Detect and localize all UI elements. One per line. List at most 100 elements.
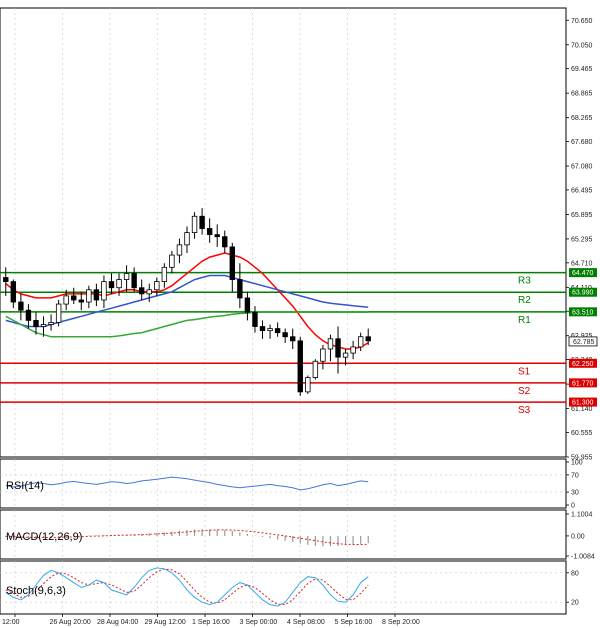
stoch-tick-label: 20 (571, 600, 579, 607)
macd-tick-label: 1.1004 (571, 512, 593, 519)
candle-body (33, 320, 39, 327)
x-tick-label: 12:00 (2, 619, 20, 626)
candle-body (214, 234, 220, 238)
level-tag-text-s3: 61.300 (572, 400, 594, 407)
candle-body (138, 287, 145, 295)
candle-body (78, 299, 84, 303)
candle-body (229, 246, 236, 280)
candle-body (146, 289, 152, 295)
y-tick-label: 65.895 (571, 212, 593, 219)
candle-body (71, 295, 77, 301)
main-panel: 70.650 70.050 69.465 68.865 68.265 67.680 67.0… (0, 7, 598, 462)
x-tick-label: 1 Sep 16:00 (192, 619, 230, 626)
y-tick-label: 70.050 (571, 42, 593, 49)
candle-body (101, 281, 107, 301)
level-label-s1: S1 (518, 366, 531, 377)
rsi-tick-label: 0 (571, 503, 575, 510)
candle-body (25, 309, 32, 321)
last-price-tag-text: 62.785 (573, 339, 595, 346)
stoch-label: Stoch(9,6,3) (6, 585, 66, 597)
candle-body (267, 328, 273, 332)
y-tick-label: 60.555 (571, 430, 593, 437)
x-tick-label: 28 Aug 04:00 (97, 619, 138, 626)
stoch-tick-label: 80 (571, 570, 579, 577)
candle-body (357, 336, 364, 348)
candle-body (63, 295, 69, 305)
level-tag-text-s1: 62.250 (572, 361, 594, 368)
candle (312, 359, 319, 380)
candle-body (10, 281, 17, 303)
x-axis: 12:00 26 Aug 20:00 28 Aug 04:00 29 Aug 12:0… (2, 614, 420, 626)
y-tick-label: 70.650 (571, 18, 593, 25)
candle-body (40, 324, 47, 327)
rsi-label: RSI(14) (6, 480, 44, 492)
candle-body (305, 377, 311, 393)
candle-body (154, 281, 160, 291)
candle-body (176, 244, 183, 256)
x-tick-label: 29 Aug 12:00 (145, 619, 186, 626)
candle-body (350, 346, 356, 354)
macd-y-axis: 1.1004 0.00 -1.0084 (566, 512, 595, 561)
y-tick-label: 68.265 (571, 115, 593, 122)
candle-body (184, 232, 190, 246)
y-tick-label: 61.140 (571, 406, 593, 413)
candle-body (123, 273, 130, 280)
candle (305, 375, 311, 394)
macd-tick-label: -1.0084 (571, 554, 595, 561)
y-tick-label: 68.865 (571, 91, 593, 98)
candle-body (297, 340, 303, 393)
main-panel-frame (0, 7, 567, 458)
y-tick-label: 64.710 (571, 260, 593, 267)
y-tick-label: 66.495 (571, 187, 593, 194)
x-tick-label: 8 Sep 20:00 (382, 619, 420, 626)
candle-body (335, 338, 341, 358)
x-tick-label: 4 Sep 08:00 (287, 619, 325, 626)
stoch-panel: 80 20 Stoch(9,6,3) (0, 560, 579, 615)
candle-body (18, 301, 24, 311)
candle-body (237, 279, 243, 299)
main-y-axis: 70.650 70.050 69.465 68.865 68.265 67.680 67.0… (566, 18, 593, 462)
level-tag-text-s2: 61.770 (572, 380, 594, 387)
candle-body (108, 281, 115, 289)
x-tick-label: 26 Aug 20:00 (50, 619, 91, 626)
candle-body (327, 338, 334, 350)
candle-body (259, 326, 266, 332)
macd-panel: 1.1004 0.00 -1.0084 MACD(12,26,9) (0, 509, 595, 561)
candle-body (116, 279, 122, 289)
candle-body (252, 311, 258, 327)
y-tick-label: 69.465 (571, 66, 593, 73)
candle (55, 299, 62, 327)
candle-body (365, 336, 371, 342)
candle-body (86, 289, 92, 303)
rsi-tick-label: 100 (571, 460, 583, 467)
level-tag-text-r2: 63.990 (572, 290, 594, 297)
level-label-s3: S3 (518, 405, 531, 416)
candle-body (342, 352, 349, 358)
macd-panel-frame (0, 509, 567, 560)
candle-body (320, 348, 326, 362)
candle-body (206, 228, 213, 236)
candle-body (3, 277, 9, 283)
candle-body (290, 336, 296, 342)
x-tick-label: 5 Sep 16:00 (335, 619, 373, 626)
candle-body (199, 215, 205, 229)
candle (297, 336, 303, 396)
x-tick-label: 3 Sep 00:00 (240, 619, 278, 626)
macd-tick-label: 0.00 (571, 533, 585, 540)
candle-body (55, 303, 62, 323)
level-label-r2: R2 (518, 295, 531, 306)
candle-body (169, 254, 175, 268)
last-price-tag: 62.785 (568, 336, 598, 347)
level-tag-text-r1: 63.510 (572, 309, 594, 316)
candle-body (274, 328, 281, 334)
y-tick-label: 67.080 (571, 164, 593, 171)
candle-body (312, 360, 319, 378)
candle-body (282, 332, 288, 338)
stoch-panel-frame (0, 560, 567, 615)
candle-body (131, 273, 137, 289)
rsi-tick-label: 70 (571, 472, 579, 479)
y-tick-label: 65.295 (571, 236, 593, 243)
candle-body (48, 322, 54, 325)
level-tag-text-r3: 64.470 (572, 270, 594, 277)
candle-body (244, 297, 251, 313)
